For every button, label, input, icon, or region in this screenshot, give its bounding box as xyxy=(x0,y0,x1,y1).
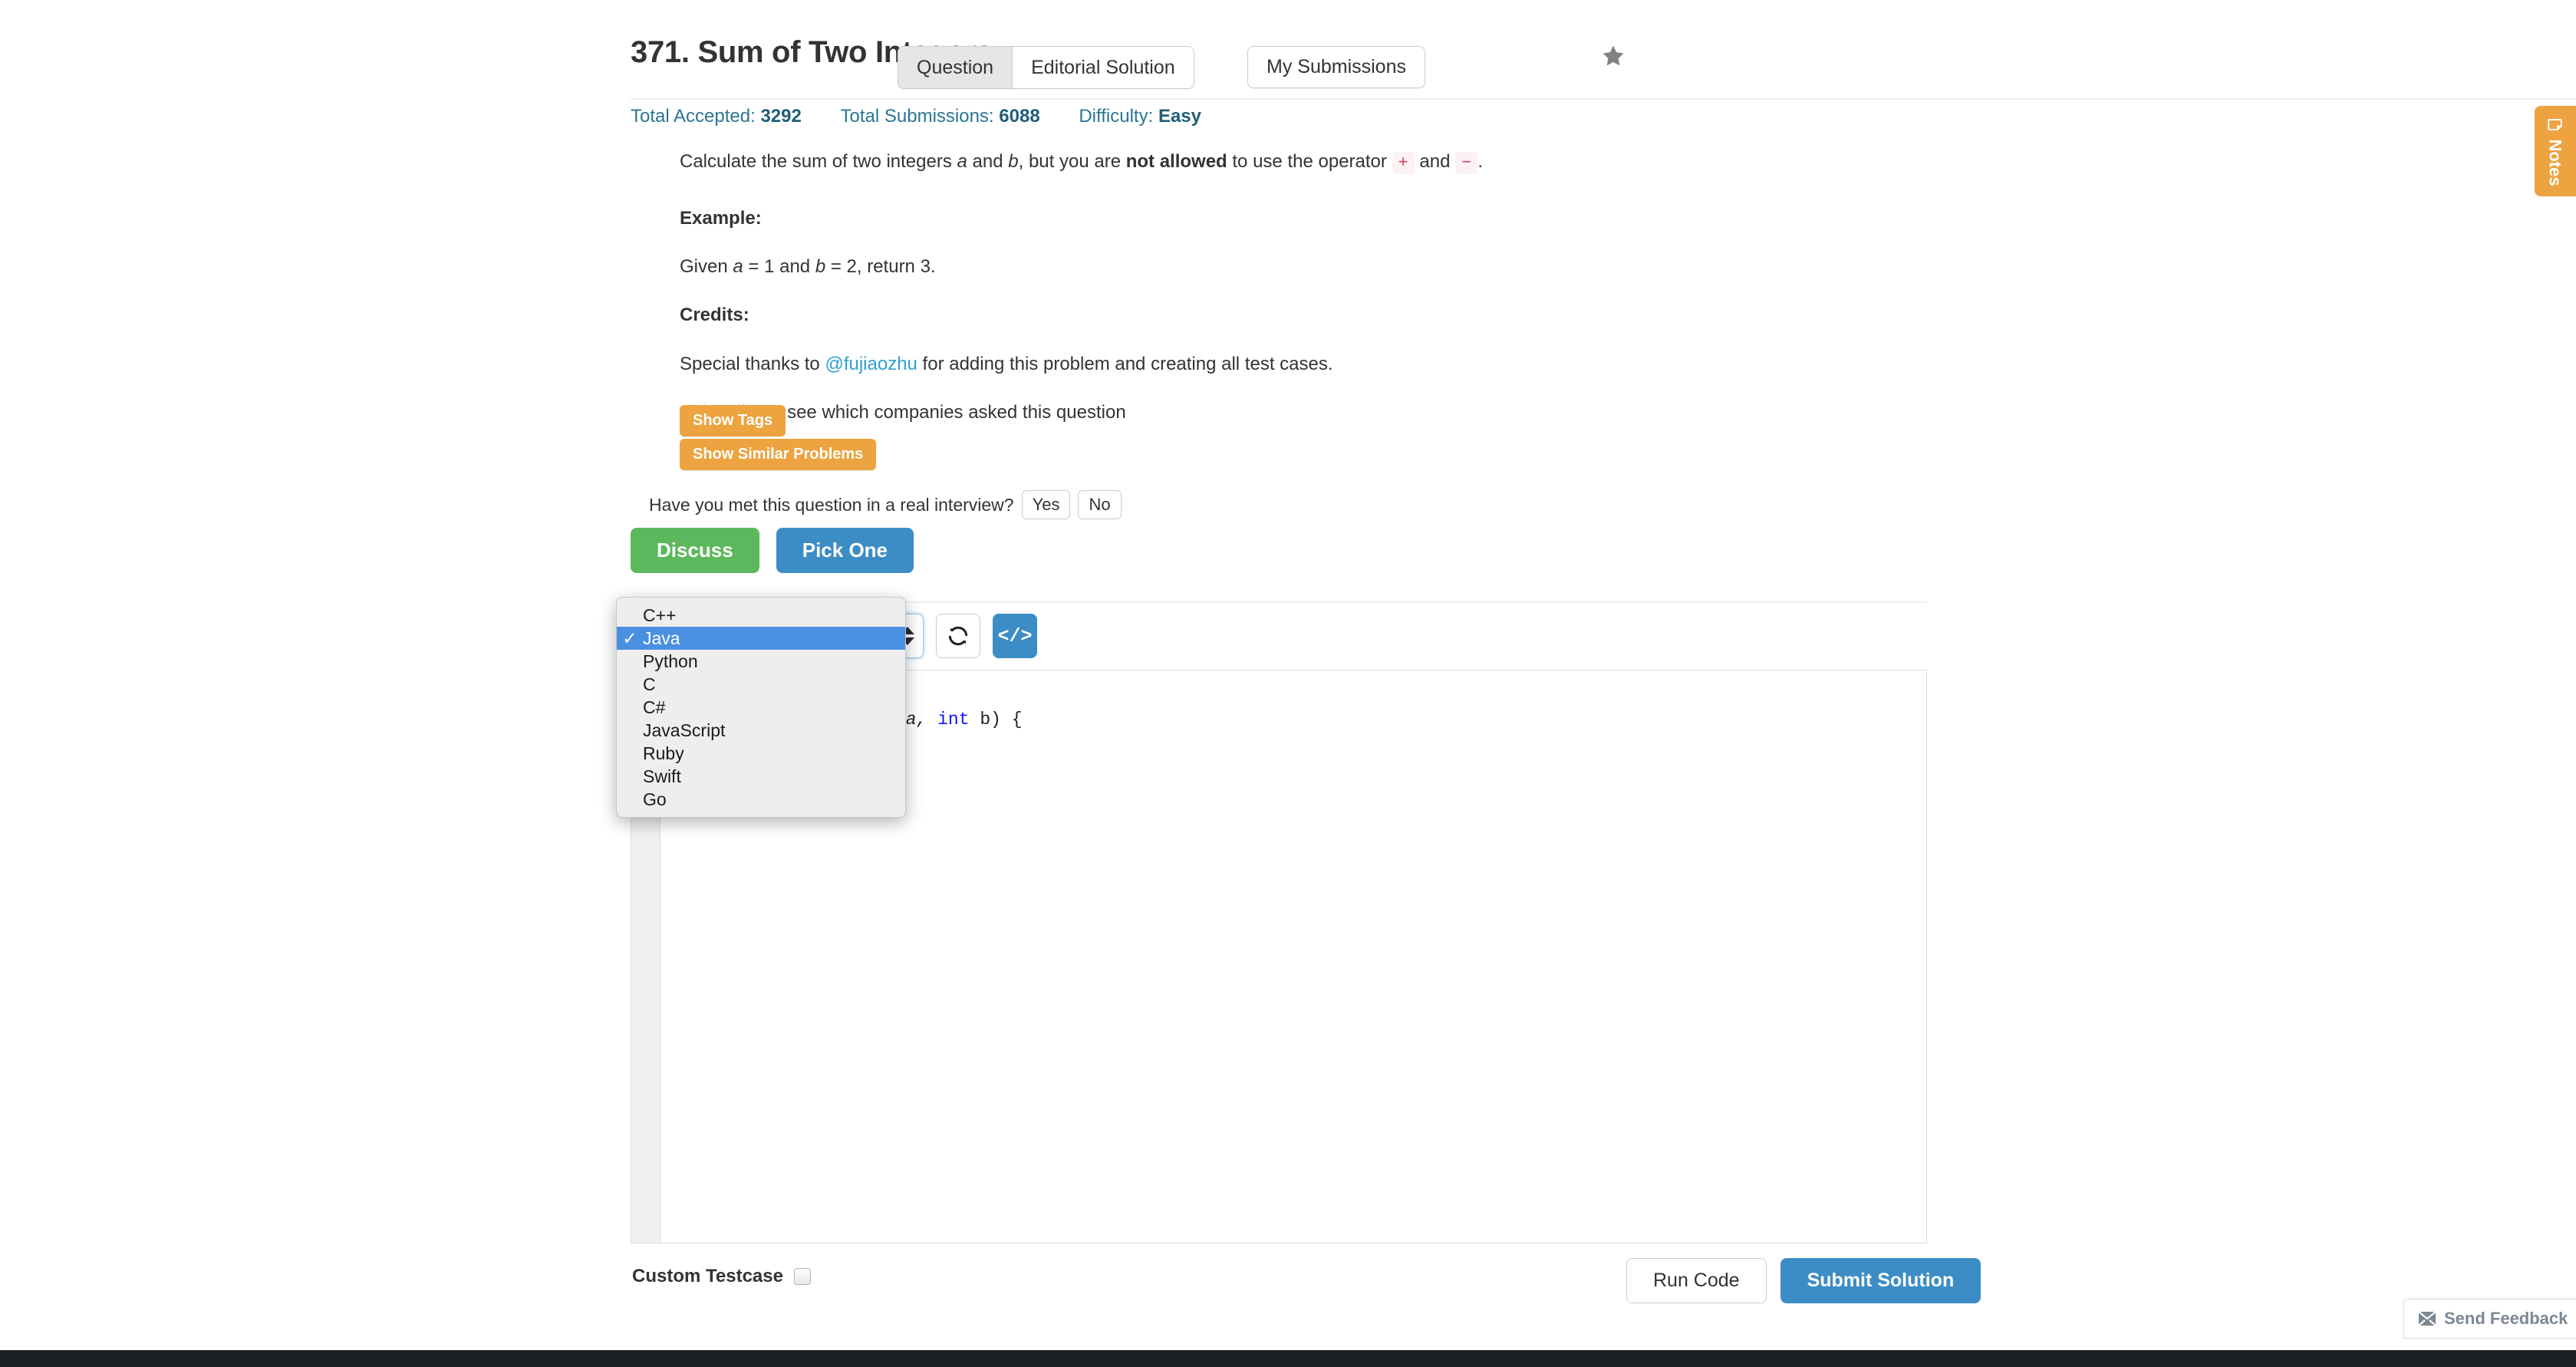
dropdown-item-ruby[interactable]: Ruby xyxy=(617,742,905,765)
credits-user-link[interactable]: @fujiaozhu xyxy=(825,354,917,374)
interview-question-label: Have you met this question in a real int… xyxy=(649,494,1014,515)
notes-label: Notes xyxy=(2546,139,2565,186)
document-icon xyxy=(2547,116,2564,133)
stat-total-accepted: Total Accepted: 3292 xyxy=(631,106,802,127)
dropdown-item-swift[interactable]: Swift xyxy=(617,765,905,788)
dropdown-label-ruby: Ruby xyxy=(643,743,684,763)
desc-mid: and xyxy=(967,151,1009,172)
leetcode-problem-page: 371. Sum of Two Integers Question Editor… xyxy=(0,0,2576,1367)
show-tags-button[interactable]: Show Tags xyxy=(680,405,786,436)
credits-suffix: for adding this problem and creating all… xyxy=(917,353,1333,374)
show-similar-problems-button[interactable]: Show Similar Problems xyxy=(680,439,877,470)
desc-after: , but you are xyxy=(1018,151,1126,172)
refresh-icon xyxy=(947,624,970,647)
send-feedback-widget[interactable]: Send Feedback xyxy=(2403,1299,2576,1339)
code-brackets-icon: </> xyxy=(997,624,1033,647)
total-submissions-value: 6088 xyxy=(999,106,1040,127)
dropdown-label-c: C xyxy=(643,674,656,694)
desc-bold-not-allowed: not allowed xyxy=(1125,151,1227,172)
reset-code-button[interactable] xyxy=(936,614,980,658)
desc-var-a: a xyxy=(957,151,967,172)
dropdown-item-python[interactable]: Python xyxy=(617,650,905,673)
total-accepted-label: Total Accepted: xyxy=(631,106,756,127)
page-footer xyxy=(0,1350,2576,1367)
dropdown-label-csharp: C# xyxy=(643,697,666,717)
my-submissions-button[interactable]: My Submissions xyxy=(1247,46,1425,88)
example-eq2: = 2, return 3. xyxy=(825,256,936,278)
action-button-row: Discuss Pick One xyxy=(631,528,914,573)
subscribe-text: to see which companies asked this questi… xyxy=(761,401,1126,423)
show-tags-wrap: Show Tags xyxy=(680,405,786,436)
dropdown-item-java[interactable]: ✓ Java xyxy=(617,627,905,650)
desc-prefix: Calculate the sum of two integers xyxy=(680,151,957,172)
code-ty-b: int xyxy=(937,710,970,730)
difficulty-value: Easy xyxy=(1158,106,1201,127)
pick-one-button[interactable]: Pick One xyxy=(776,528,914,573)
notes-side-tab[interactable]: Notes xyxy=(2535,106,2576,196)
interview-no-button[interactable]: No xyxy=(1078,490,1122,519)
credits-text: Special thanks to @fujiaozhu for adding … xyxy=(680,350,1984,378)
dropdown-label-cpp: C++ xyxy=(643,604,677,625)
stats-divider xyxy=(631,98,2576,100)
dropdown-label-swift: Swift xyxy=(643,766,681,786)
star-icon[interactable] xyxy=(1600,43,1626,69)
code-param-b: b) { xyxy=(969,710,1023,730)
run-code-button[interactable]: Run Code xyxy=(1626,1258,1767,1303)
example-text: Given a = 1 and b = 2, return 3. xyxy=(680,252,1984,281)
example-var-a: a xyxy=(733,256,743,278)
stats-bar: Total Accepted: 3292 Total Submissions: … xyxy=(631,106,1235,127)
submit-solution-button[interactable]: Submit Solution xyxy=(1780,1258,1981,1303)
dropdown-item-javascript[interactable]: JavaScript xyxy=(617,719,905,742)
example-eq1: = 1 and xyxy=(743,256,815,278)
stat-difficulty: Difficulty: Easy xyxy=(1079,106,1201,127)
send-feedback-label: Send Feedback xyxy=(2444,1309,2568,1328)
dropdown-label-java: Java xyxy=(643,628,680,648)
language-dropdown-menu[interactable]: C++ ✓ Java Python C C# JavaScript Ruby S xyxy=(616,597,906,818)
show-similar-wrap: Show Similar Problems xyxy=(680,439,877,470)
dropdown-label-javascript: JavaScript xyxy=(643,720,726,740)
discuss-button[interactable]: Discuss xyxy=(631,528,759,573)
tab-question[interactable]: Question xyxy=(898,47,1013,88)
example-given: Given xyxy=(680,256,733,278)
example-heading: Example: xyxy=(680,208,762,229)
tab-editorial-solution[interactable]: Editorial Solution xyxy=(1013,47,1194,88)
notes-tab-inner: Notes xyxy=(2545,116,2565,186)
credits-heading: Credits: xyxy=(680,305,749,326)
interview-question-row: Have you met this question in a real int… xyxy=(649,490,1122,519)
subscribe-line: Subscribe to see which companies asked t… xyxy=(680,398,1984,427)
total-accepted-value: 3292 xyxy=(760,106,802,127)
interview-yes-button[interactable]: Yes xyxy=(1021,490,1071,519)
view-tab-group: Question Editorial Solution xyxy=(898,46,1194,89)
difficulty-label: Difficulty: xyxy=(1079,106,1154,127)
bottom-action-row: Run Code Submit Solution xyxy=(1626,1258,1981,1303)
dropdown-item-csharp[interactable]: C# xyxy=(617,696,905,719)
custom-testcase-label: Custom Testcase xyxy=(632,1266,783,1286)
dropdown-check-java: ✓ xyxy=(622,628,637,648)
dropdown-item-go[interactable]: Go xyxy=(617,788,905,811)
question-content: Calculate the sum of two integers a and … xyxy=(680,147,1984,446)
desc-and: and xyxy=(1414,151,1456,172)
stat-total-submissions: Total Submissions: 6088 xyxy=(841,106,1040,127)
example-var-b: b xyxy=(815,256,826,278)
credits-prefix: Special thanks to xyxy=(680,353,825,374)
operator-plus-code: + xyxy=(1392,152,1415,174)
custom-testcase-checkbox[interactable] xyxy=(793,1268,811,1285)
desc-tail: to use the operator xyxy=(1227,151,1392,172)
total-submissions-label: Total Submissions: xyxy=(840,106,994,127)
dropdown-item-c[interactable]: C xyxy=(617,673,905,696)
dropdown-item-cpp[interactable]: C++ xyxy=(617,604,905,627)
problem-description: Calculate the sum of two integers a and … xyxy=(680,147,1984,176)
operator-minus-code: − xyxy=(1455,152,1478,174)
dropdown-label-python: Python xyxy=(643,651,698,671)
custom-testcase-row: Custom Testcase xyxy=(632,1266,811,1287)
desc-period: . xyxy=(1477,151,1483,172)
envelope-icon xyxy=(2418,1311,2436,1326)
fullscreen-code-button[interactable]: </> xyxy=(993,614,1037,658)
dropdown-label-go: Go xyxy=(643,789,667,809)
desc-var-b: b xyxy=(1008,151,1019,172)
